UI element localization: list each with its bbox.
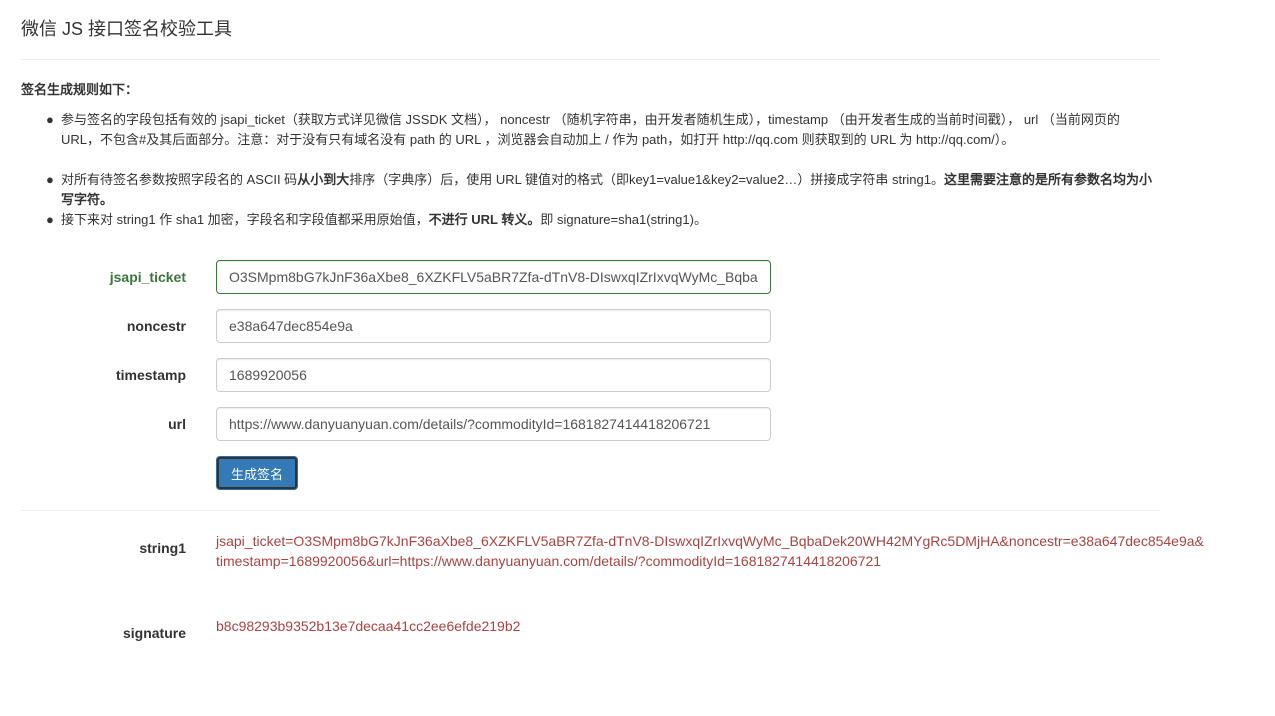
rules-heading: 签名生成规则如下： — [21, 82, 139, 97]
rules-list: ● 参与签名的字段包括有效的 jsapi_ticket（获取方式详见微信 JSS… — [21, 110, 1156, 230]
rule-item-2: ● 对所有待签名参数按照字段名的 ASCII 码从小到大排序（字典序）后，使用 … — [46, 170, 1156, 210]
timestamp-input[interactable] — [216, 358, 771, 392]
signature-label: signature — [122, 625, 186, 641]
noncestr-label: noncestr — [126, 318, 186, 334]
form-row-url: url — [0, 407, 800, 441]
rule-item-3: ● 接下来对 string1 作 sha1 加密，字段名和字段值都采用原始值，不… — [46, 210, 1156, 230]
bullet-icon: ● — [46, 172, 54, 187]
result-divider — [21, 510, 1160, 511]
rule-text: 排序（字典序）后，使用 URL 键值对的格式（即key1=value1&key2… — [349, 172, 944, 187]
jsapi-ticket-input[interactable] — [216, 260, 771, 294]
rule-text: 参与签名的字段包括有效的 jsapi_ticket（获取方式详见微信 JSSDK… — [61, 112, 1120, 147]
bullet-icon: ● — [46, 112, 54, 127]
rule-text: 接下来对 string1 作 sha1 加密，字段名和字段值都采用原始值， — [61, 212, 429, 227]
rule-item-1: ● 参与签名的字段包括有效的 jsapi_ticket（获取方式详见微信 JSS… — [46, 110, 1156, 170]
noncestr-input[interactable] — [216, 309, 771, 343]
form-row-noncestr: noncestr — [0, 309, 800, 343]
generate-signature-button[interactable]: 生成签名 — [216, 456, 298, 490]
form-row-timestamp: timestamp — [0, 358, 800, 392]
jsapi-ticket-label: jsapi_ticket — [109, 269, 186, 285]
form-row-jsapi-ticket: jsapi_ticket — [0, 260, 800, 294]
rule-text-bold: 从小到大 — [297, 172, 350, 187]
string1-value: jsapi_ticket=O3SMpm8bG7kJnF36aXbe8_6XZKF… — [216, 533, 1204, 569]
timestamp-label: timestamp — [115, 367, 186, 383]
bullet-icon: ● — [46, 212, 54, 227]
url-input[interactable] — [216, 407, 771, 441]
title-divider — [21, 59, 1160, 60]
rule-text-bold: 不进行 URL 转义。 — [428, 212, 541, 227]
rule-text: 对所有待签名参数按照字段名的 ASCII 码 — [61, 172, 298, 187]
string1-label: string1 — [139, 540, 186, 556]
rule-text: 即 signature=sha1(string1)。 — [540, 212, 707, 227]
url-label: url — [168, 416, 186, 432]
signature-value: b8c98293b9352b13e7decaa41cc2ee6efde219b2 — [216, 618, 521, 634]
page-title: 微信 JS 接口签名校验工具 — [21, 19, 233, 39]
